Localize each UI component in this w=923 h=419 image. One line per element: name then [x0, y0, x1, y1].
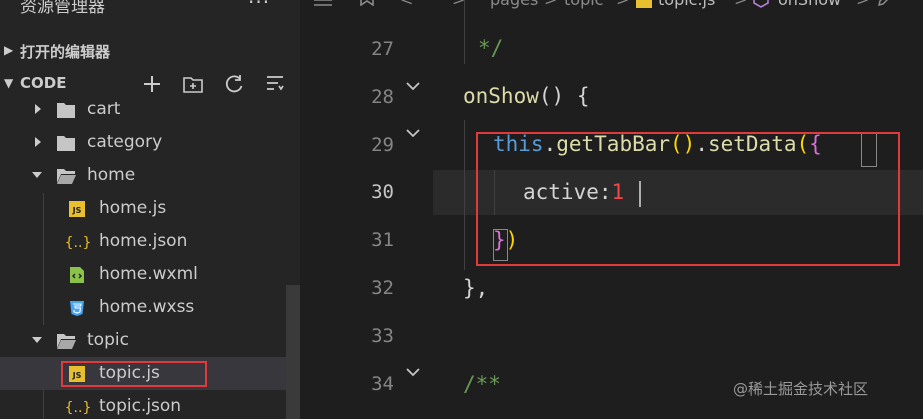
- plus-icon: [144, 76, 160, 92]
- new-folder-icon: [183, 77, 203, 93]
- pencil-icon: [877, 0, 889, 7]
- highlight-annotation: [61, 361, 207, 387]
- list-icon[interactable]: [312, 0, 334, 6]
- open-editors-section[interactable]: ▶ 打开的编辑器: [0, 35, 300, 67]
- tree-item-label: home.wxml: [99, 264, 198, 284]
- json-file-icon: {..}: [65, 400, 92, 416]
- code-line-28: onShow() {: [463, 84, 589, 108]
- code-token: {: [576, 84, 590, 108]
- svg-text:{..}: {..}: [65, 400, 92, 416]
- svg-text:{..}: {..}: [65, 235, 92, 251]
- breadcrumb: < > pages > topic > topic.js > onShow >: [300, 0, 923, 12]
- breadcrumb-symbol[interactable]: onShow: [778, 0, 841, 9]
- code-line-32: },: [463, 276, 488, 300]
- indent-guide: [464, 0, 465, 64]
- tree-item-label: home: [87, 165, 136, 185]
- css-file-icon: [70, 301, 84, 316]
- tree-item-topic[interactable]: topic: [0, 324, 300, 357]
- breadcrumb-file[interactable]: topic.js: [658, 0, 715, 9]
- wxml-file-icon: [70, 267, 84, 283]
- bookmark-icon[interactable]: [356, 0, 378, 6]
- method-cube-icon: [753, 0, 769, 8]
- breadcrumb-separator: >: [734, 0, 747, 9]
- folder-open-icon: [57, 169, 76, 184]
- breadcrumb-separator: >: [544, 0, 557, 9]
- line-number: 29: [371, 134, 394, 156]
- indent-guide: [464, 120, 465, 270]
- highlight-annotation: [476, 132, 900, 266]
- tree-item-topic-json[interactable]: {..} topic.json: [0, 390, 300, 419]
- svg-text:JS: JS: [72, 206, 82, 215]
- more-actions-button[interactable]: ···: [248, 0, 270, 14]
- breadcrumb-topic[interactable]: topic: [564, 0, 603, 9]
- tree-item-label: topic: [87, 330, 129, 350]
- back-arrow-icon[interactable]: <: [400, 0, 413, 9]
- line-number: 33: [371, 325, 394, 347]
- tree-item-label: topic.json: [99, 396, 182, 416]
- refresh-icon: [225, 75, 243, 93]
- folder-icon: [57, 136, 75, 151]
- javascript-file-icon: JS: [69, 201, 85, 217]
- line-number: 32: [371, 277, 394, 299]
- collapse-all-icon: [267, 76, 284, 91]
- chevron-down-icon: ▼: [4, 76, 14, 90]
- javascript-file-icon: [636, 0, 652, 8]
- code-token: */: [478, 36, 504, 60]
- fold-chevron-icon[interactable]: [405, 127, 421, 141]
- code-editor[interactable]: < > pages > topic > topic.js > onShow > …: [300, 0, 923, 419]
- chevron-right-icon: [35, 137, 41, 147]
- tree-item-label: home.js: [99, 198, 167, 218]
- code-token: onShow: [463, 84, 539, 108]
- code-token: },: [463, 276, 489, 300]
- chevron-right-icon: [35, 104, 41, 114]
- explorer-sidebar: 资源管理器 ··· ▶ 打开的编辑器 ▼ CODE cart category …: [0, 0, 300, 419]
- tree-item-home-wxss[interactable]: home.wxss: [0, 291, 300, 324]
- line-number-active: 30: [371, 181, 394, 203]
- fold-chevron-icon[interactable]: [405, 366, 421, 380]
- watermark: @稀土掘金技术社区: [733, 380, 869, 398]
- chevron-down-icon: [32, 172, 42, 178]
- tree-item-label: home.wxss: [99, 297, 195, 317]
- tree-item-category[interactable]: category: [0, 126, 300, 159]
- line-number: 31: [371, 229, 394, 251]
- explorer-header: 资源管理器 ···: [0, 0, 300, 26]
- line-number: 34: [371, 373, 394, 395]
- code-token: /**: [463, 372, 501, 396]
- folder-icon: [57, 103, 75, 118]
- fold-chevron-icon[interactable]: [405, 80, 421, 94]
- open-editors-label: 打开的编辑器: [20, 43, 111, 61]
- code-line-34: /**: [463, 372, 501, 396]
- code-line-27: */: [478, 36, 503, 60]
- tree-item-home[interactable]: home: [0, 159, 300, 192]
- breadcrumb-pages[interactable]: pages: [490, 0, 538, 9]
- sidebar-scrollbar[interactable]: [286, 285, 300, 419]
- tree-item-home-js[interactable]: JS home.js: [0, 192, 300, 225]
- line-number: 27: [371, 38, 394, 60]
- line-number: 28: [371, 86, 394, 108]
- code-token: (): [538, 84, 565, 108]
- tree-item-home-wxml[interactable]: home.wxml: [0, 258, 300, 291]
- breadcrumb-separator: >: [616, 0, 629, 9]
- explorer-title: 资源管理器: [20, 0, 105, 17]
- tree-item-label: category: [87, 132, 163, 152]
- chevron-right-icon: ▶: [4, 43, 14, 57]
- tree-item-label: home.json: [99, 231, 188, 251]
- tree-item-label: cart: [87, 99, 121, 119]
- workspace-label: CODE: [20, 74, 67, 92]
- breadcrumb-separator: >: [856, 0, 869, 9]
- chevron-down-icon: [32, 337, 42, 343]
- tree-item-cart[interactable]: cart: [0, 93, 300, 126]
- folder-open-icon: [57, 334, 76, 349]
- json-file-icon: {..}: [65, 235, 92, 251]
- tree-item-home-json[interactable]: {..} home.json: [0, 225, 300, 258]
